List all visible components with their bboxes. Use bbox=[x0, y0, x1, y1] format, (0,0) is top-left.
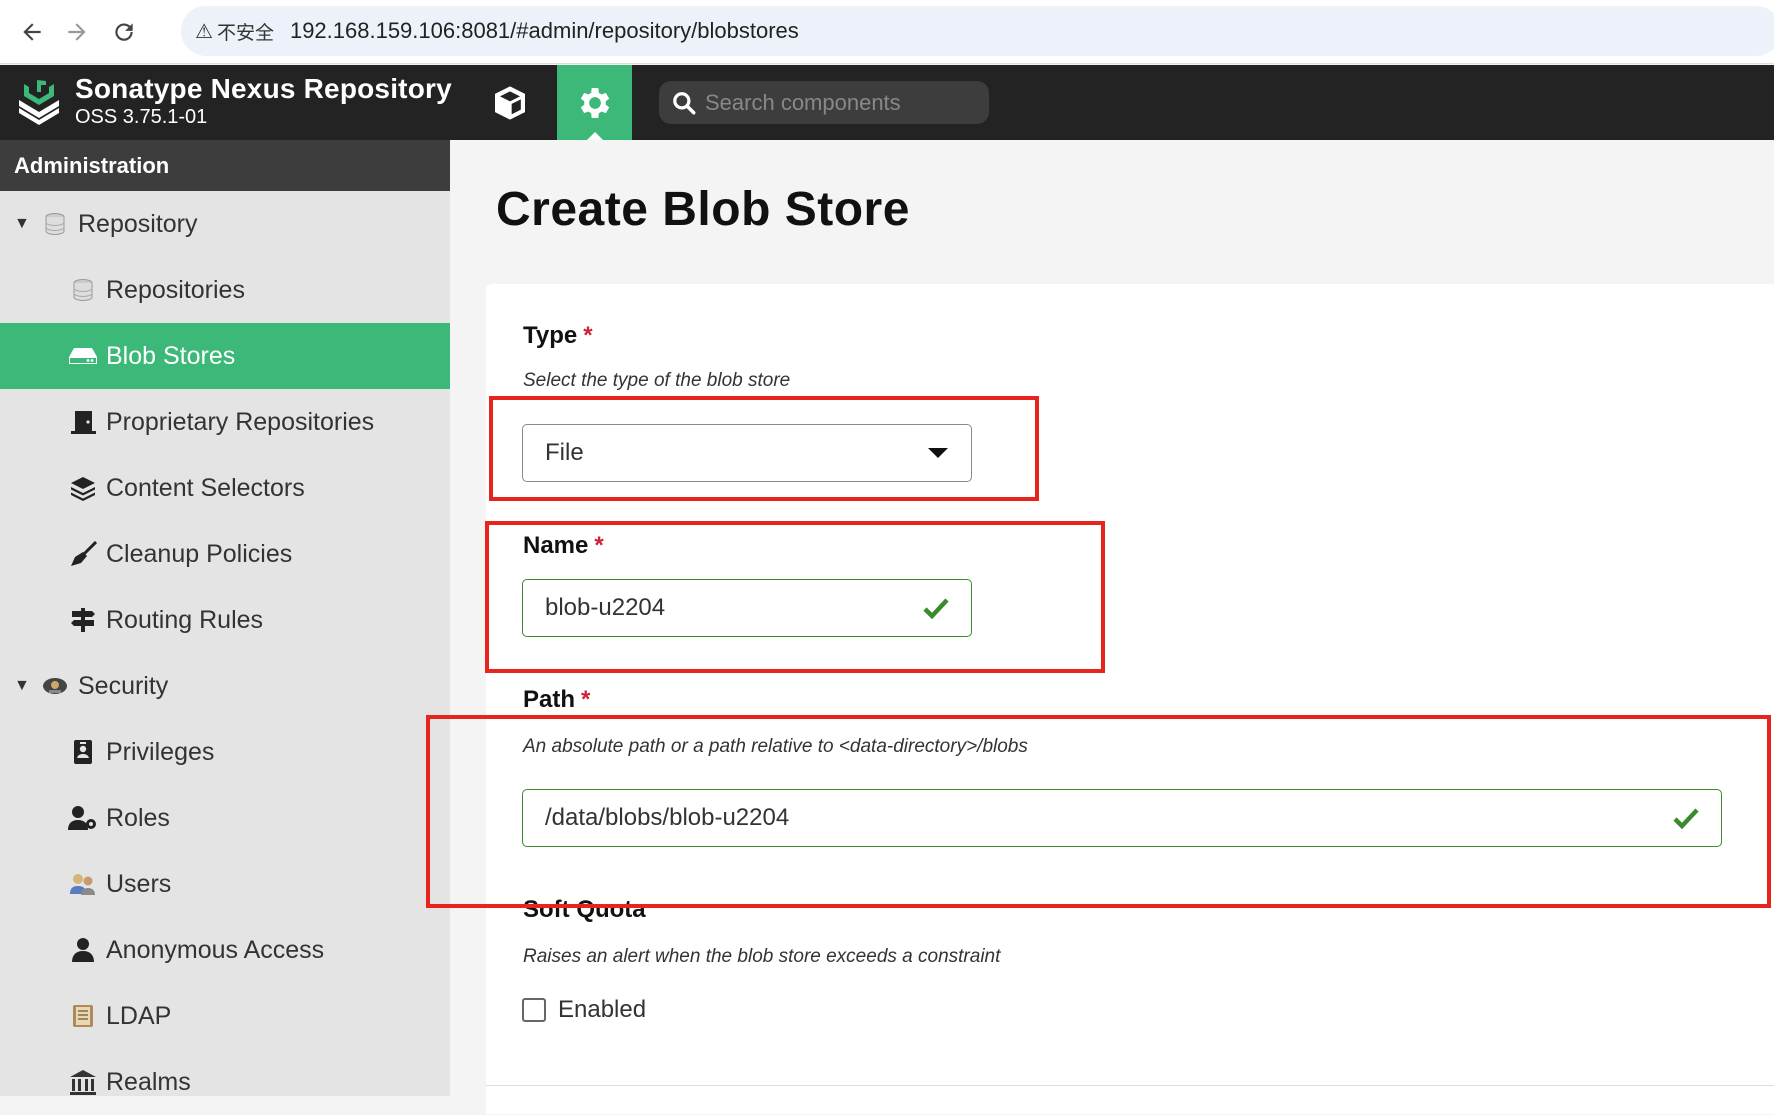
user-icon bbox=[68, 936, 98, 964]
browser-toolbar: ⚠ 不安全 192.168.159.106:8081/#admin/reposi… bbox=[0, 0, 1774, 64]
sidebar-item-label: Privileges bbox=[106, 737, 215, 766]
app-title: Sonatype Nexus Repository bbox=[75, 73, 452, 104]
name-label-text: Name bbox=[523, 532, 589, 559]
users-icon bbox=[68, 870, 98, 898]
sidebar-item-users[interactable]: Users bbox=[0, 851, 450, 917]
signpost-icon bbox=[68, 606, 98, 634]
required-mark: * bbox=[594, 532, 604, 559]
sidebar-group-security[interactable]: ▼ Security bbox=[0, 653, 450, 719]
divider bbox=[486, 1085, 1774, 1086]
sidebar-item-ldap[interactable]: LDAP bbox=[0, 983, 450, 1049]
sidebar-item-label: Roles bbox=[106, 803, 170, 832]
back-button[interactable] bbox=[14, 14, 50, 50]
blob-store-form: Type * Select the type of the blob store … bbox=[486, 284, 1774, 1114]
name-label: Name * bbox=[523, 532, 604, 560]
type-select[interactable]: File bbox=[522, 424, 972, 482]
type-help: Select the type of the blob store bbox=[523, 370, 791, 391]
database-icon bbox=[68, 276, 98, 304]
required-mark: * bbox=[583, 322, 593, 349]
sidebar-item-realms[interactable]: Realms bbox=[0, 1049, 450, 1115]
sidebar-item-roles[interactable]: Roles bbox=[0, 785, 450, 851]
search-input[interactable] bbox=[705, 89, 985, 116]
sidebar-item-content-selectors[interactable]: Content Selectors bbox=[0, 455, 450, 521]
check-icon bbox=[923, 580, 949, 636]
database-icon bbox=[40, 210, 70, 238]
main-content: Create Blob Store Type * Select the type … bbox=[450, 140, 1774, 1114]
sidebar-item-label: Anonymous Access bbox=[106, 935, 325, 964]
sidebar-item-proprietary-repositories[interactable]: Proprietary Repositories bbox=[0, 389, 450, 455]
path-input[interactable]: /data/blobs/blob-u2204 bbox=[522, 789, 1722, 847]
path-label: Path * bbox=[523, 686, 590, 714]
forward-button[interactable] bbox=[59, 14, 95, 50]
hard-drive-icon bbox=[68, 342, 98, 370]
soft-quota-checkbox-label: Enabled bbox=[558, 996, 647, 1023]
caret-down-icon[interactable]: ▼ bbox=[14, 677, 30, 695]
caret-down-icon[interactable]: ▼ bbox=[14, 215, 30, 233]
reload-icon bbox=[115, 23, 133, 41]
sidebar-item-label: Blob Stores bbox=[106, 341, 236, 370]
user-gear-icon bbox=[68, 804, 98, 832]
gear-icon bbox=[580, 87, 609, 118]
book-icon bbox=[68, 1002, 98, 1030]
browse-mode-button[interactable] bbox=[470, 65, 550, 140]
reload-button[interactable] bbox=[106, 14, 142, 50]
sidebar-item-privileges[interactable]: Privileges bbox=[0, 719, 450, 785]
admin-mode-button[interactable] bbox=[557, 65, 632, 140]
path-help: An absolute path or a path relative to <… bbox=[523, 736, 1028, 757]
sidebar-item-label: Content Selectors bbox=[106, 473, 305, 502]
building-icon bbox=[68, 1068, 98, 1096]
soft-quota-label: Soft Quota bbox=[523, 896, 646, 923]
sidebar-item-label: Cleanup Policies bbox=[106, 539, 293, 568]
path-label-text: Path bbox=[523, 686, 576, 713]
soft-quota-enabled[interactable]: Enabled bbox=[522, 996, 646, 1024]
sidebar-item-cleanup-policies[interactable]: Cleanup Policies bbox=[0, 521, 450, 587]
type-label-text: Type bbox=[523, 322, 578, 349]
type-select-value: File bbox=[545, 439, 584, 466]
app-header: Sonatype Nexus Repository OSS 3.75.1-01 bbox=[0, 65, 1774, 140]
sidebar-section-title: Administration bbox=[0, 140, 450, 191]
broom-icon bbox=[68, 540, 98, 568]
soft-quota-help: Raises an alert when the blob store exce… bbox=[523, 946, 1001, 967]
check-icon bbox=[1673, 790, 1699, 846]
search-icon bbox=[673, 91, 696, 114]
sidebar-group-label: Repository bbox=[78, 209, 198, 238]
warning-icon: ⚠ bbox=[195, 20, 213, 43]
address-bar[interactable]: ⚠ 不安全 192.168.159.106:8081/#admin/reposi… bbox=[181, 6, 1774, 56]
caret-down-icon[interactable] bbox=[927, 425, 949, 481]
sidebar-item-label: Routing Rules bbox=[106, 605, 264, 634]
sidebar-group-label: Security bbox=[78, 671, 169, 700]
sidebar: Administration ▼ Repository Repositories… bbox=[0, 140, 450, 1096]
sidebar-item-label: Realms bbox=[106, 1067, 191, 1096]
sidebar-item-label: LDAP bbox=[106, 1001, 172, 1030]
layers-icon bbox=[68, 474, 98, 502]
sidebar-item-label: Proprietary Repositories bbox=[106, 407, 375, 436]
door-icon bbox=[68, 408, 98, 436]
page-title: Create Blob Store bbox=[496, 183, 910, 236]
search-box[interactable] bbox=[659, 81, 989, 124]
security-badge-icon bbox=[40, 672, 70, 700]
arrow-left-icon bbox=[23, 23, 41, 41]
sidebar-item-label: Users bbox=[106, 869, 172, 898]
sonatype-logo-icon[interactable] bbox=[16, 78, 62, 126]
cube-icon bbox=[495, 85, 525, 120]
type-label: Type * bbox=[523, 322, 593, 350]
sidebar-item-blob-stores[interactable]: Blob Stores bbox=[0, 323, 450, 389]
app-version: OSS 3.75.1-01 bbox=[75, 106, 208, 128]
sidebar-item-repositories[interactable]: Repositories bbox=[0, 257, 450, 323]
arrow-right-icon bbox=[68, 23, 86, 41]
sidebar-item-routing-rules[interactable]: Routing Rules bbox=[0, 587, 450, 653]
security-indicator[interactable]: ⚠ 不安全 bbox=[195, 18, 274, 45]
security-label: 不安全 bbox=[216, 22, 274, 44]
name-input-value: blob-u2204 bbox=[545, 594, 666, 621]
sidebar-item-label: Repositories bbox=[106, 275, 245, 304]
path-input-value: /data/blobs/blob-u2204 bbox=[545, 804, 790, 831]
sidebar-group-repository[interactable]: ▼ Repository bbox=[0, 191, 450, 257]
name-input[interactable]: blob-u2204 bbox=[522, 579, 972, 637]
id-badge-icon bbox=[68, 738, 98, 766]
required-mark: * bbox=[581, 686, 591, 713]
soft-quota-checkbox[interactable] bbox=[522, 998, 546, 1022]
sidebar-item-anonymous-access[interactable]: Anonymous Access bbox=[0, 917, 450, 983]
url-text[interactable]: 192.168.159.106:8081/#admin/repository/b… bbox=[290, 18, 799, 44]
